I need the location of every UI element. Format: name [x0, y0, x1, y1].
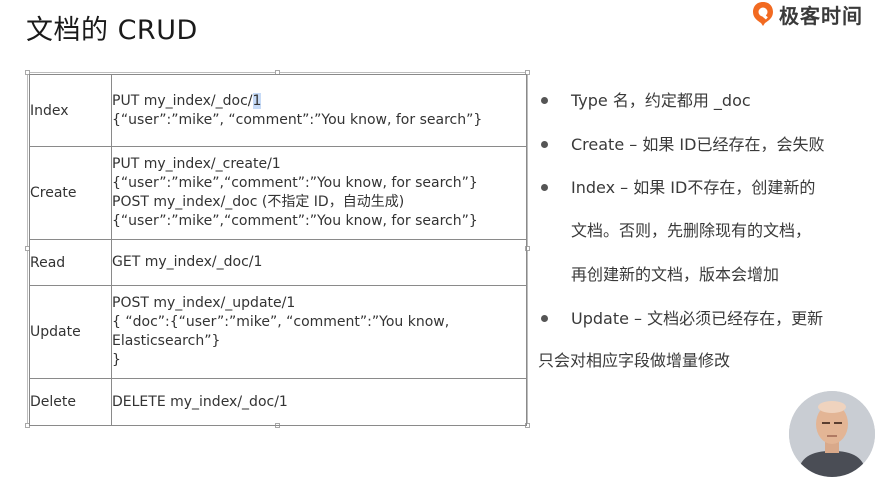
command-cell[interactable]: POST my_index/_update/1 { “doc”:{“user”:… [111, 285, 527, 379]
command-cell[interactable]: PUT my_index/_create/1 {“user”:”mike”,“c… [111, 146, 527, 240]
geektime-logo-icon [753, 2, 773, 26]
table-row-delete[interactable]: Delete DELETE my_index/_doc/1 [29, 378, 527, 426]
table-row-update[interactable]: Update POST my_index/_update/1 { “doc”:{… [29, 285, 527, 379]
operation-cell[interactable]: Delete [29, 378, 112, 426]
command-cell[interactable]: PUT my_index/_doc/1 {“user”:”mike”, “com… [111, 74, 527, 147]
operation-cell[interactable]: Read [29, 239, 112, 286]
table-row-create[interactable]: Create PUT my_index/_create/1 {“user”:”m… [29, 146, 527, 240]
bullet-dot-icon [541, 184, 548, 191]
bullet-dot-icon [541, 97, 548, 104]
presenter-silhouette-icon [789, 391, 875, 477]
brand-logo: 极客时间 [752, 0, 863, 28]
command-cell[interactable]: DELETE my_index/_doc/1 [111, 378, 527, 426]
operation-cell[interactable]: Index [29, 74, 112, 147]
crud-table[interactable]: Index PUT my_index/_doc/1 {“user”:”mike”… [29, 74, 527, 426]
bullet-dot-icon [541, 141, 548, 148]
brand-name: 极客时间 [779, 3, 863, 28]
table-row-read[interactable]: Read GET my_index/_doc/1 [29, 239, 527, 286]
command-cell[interactable]: GET my_index/_doc/1 [111, 239, 527, 286]
slide-title: 文档的 CRUD [26, 15, 198, 46]
bullet-dot-icon [541, 315, 548, 322]
presenter-video-avatar [789, 391, 875, 477]
operation-cell[interactable]: Create [29, 146, 112, 240]
table-row-index[interactable]: Index PUT my_index/_doc/1 {“user”:”mike”… [29, 74, 527, 147]
operation-cell[interactable]: Update [29, 285, 112, 379]
text-selection-highlight: 1 [252, 92, 262, 109]
